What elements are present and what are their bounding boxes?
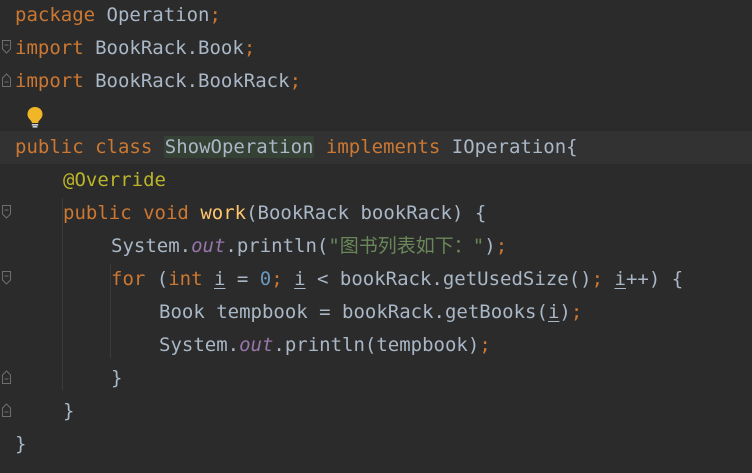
interface-name: IOperation{ — [451, 136, 578, 158]
paren: ( — [145, 268, 169, 290]
semicolon: ; — [209, 4, 221, 26]
static-field: out — [191, 235, 226, 257]
method-name: work — [200, 202, 247, 224]
lightbulb-icon[interactable] — [26, 106, 44, 128]
fold-marker-icon[interactable] — [2, 73, 11, 87]
string-literal: "图书列表如下：" — [328, 235, 485, 257]
call-end: ); — [484, 235, 508, 257]
fold-marker-icon[interactable] — [2, 40, 11, 54]
package-name: Operation — [106, 4, 210, 26]
operator: = — [225, 268, 260, 290]
code-line-class-declaration: public class ShowOperation implements IO… — [15, 131, 578, 164]
keyword: public — [15, 136, 84, 158]
code-line-closing-brace: } — [63, 400, 75, 422]
number-literal: 0 — [259, 268, 272, 290]
semicolon: ; — [289, 70, 302, 92]
keyword: public — [63, 202, 132, 224]
loop-variable: i — [547, 301, 560, 323]
code-line-method-declaration: public void work(BookRack bookRack) { — [63, 197, 486, 230]
code-line-import: import BookRack.BookRack; — [15, 65, 301, 98]
loop-variable: i — [614, 268, 626, 290]
code-line-closing-brace: } — [111, 367, 123, 389]
keyword: implements — [325, 136, 441, 158]
semicolon: ; — [271, 268, 283, 290]
fold-marker-icon[interactable] — [2, 271, 11, 285]
statement-text: Book tempbook = bookRack.getBooks( — [159, 301, 548, 323]
import-path: BookRack.Book — [95, 37, 244, 59]
keyword: package — [15, 4, 96, 26]
semicolon: ; — [479, 334, 491, 356]
code-line-println: System.out.println("图书列表如下："); — [111, 230, 507, 263]
keyword: import — [15, 37, 84, 59]
fold-marker-icon[interactable] — [2, 403, 11, 417]
code-line-for-loop: for (int i = 0; i < bookRack.getUsedSize… — [111, 263, 683, 296]
import-path: BookRack.BookRack — [95, 70, 290, 92]
keyword: int — [168, 268, 203, 290]
code-line-package: package Operation; — [15, 0, 221, 32]
fold-marker-icon[interactable] — [2, 205, 11, 219]
loop-variable: i — [214, 268, 226, 290]
code-line-println: System.out.println(tempbook); — [159, 329, 491, 362]
method-call: .println( — [225, 235, 329, 257]
method-params: (BookRack bookRack) { — [246, 202, 487, 224]
system-ref: System. — [159, 334, 240, 356]
system-ref: System. — [111, 235, 192, 257]
semicolon: ; — [591, 268, 604, 290]
code-editor[interactable]: package Operation; import BookRack.Book;… — [0, 0, 752, 473]
semicolon: ; — [570, 301, 583, 323]
code-line-annotation: @Override — [63, 169, 166, 191]
class-name[interactable]: ShowOperation — [163, 136, 315, 158]
keyword: void — [143, 202, 189, 224]
static-field: out — [239, 334, 274, 356]
condition: < bookRack.getUsedSize() — [305, 268, 592, 290]
keyword: class — [95, 136, 153, 158]
code-line-closing-brace: } — [15, 433, 27, 455]
code-line-statement: Book tempbook = bookRack.getBooks(i); — [159, 296, 582, 329]
semicolon: ; — [243, 37, 256, 59]
increment: ++) { — [625, 268, 684, 290]
fold-marker-icon[interactable] — [2, 370, 11, 384]
code-line-import: import BookRack.Book; — [15, 32, 255, 65]
loop-variable: i — [294, 268, 306, 290]
keyword: for — [111, 268, 146, 290]
paren: ) — [559, 301, 571, 323]
keyword: import — [15, 70, 84, 92]
method-call: .println(tempbook) — [273, 334, 480, 356]
